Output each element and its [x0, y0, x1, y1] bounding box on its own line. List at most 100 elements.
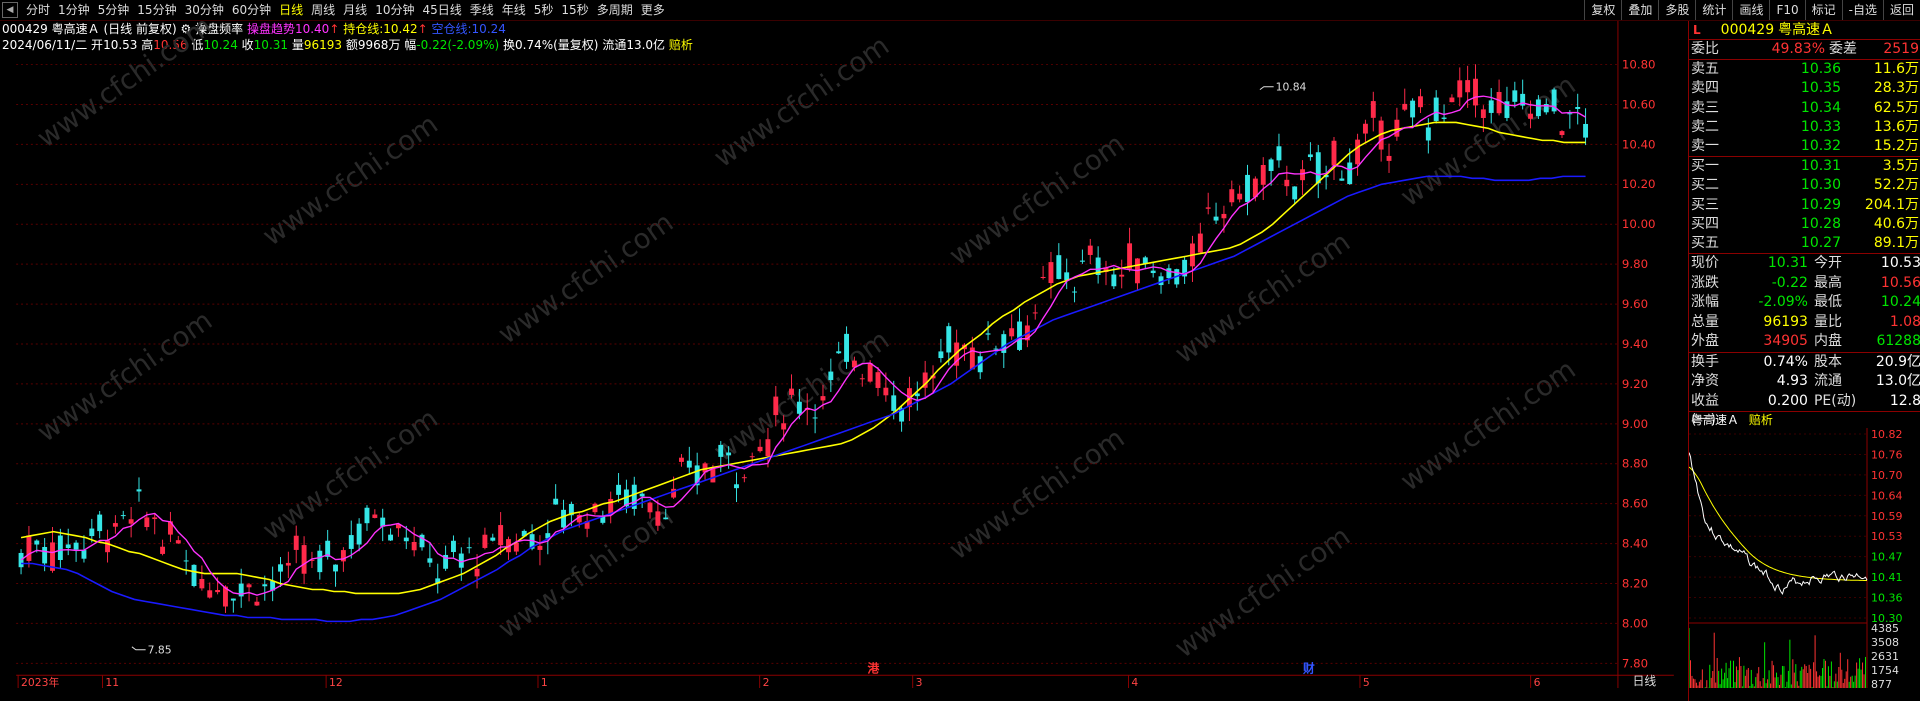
stat-value-2: 61288 — [1876, 333, 1920, 350]
period-tab-11[interactable]: 季线 — [466, 0, 498, 20]
period-tab-0[interactable]: 分时 — [22, 0, 54, 20]
candle-body — [812, 417, 818, 419]
toolbar-button-0[interactable]: 复权 — [1584, 0, 1621, 20]
asks-label: 卖四 — [1691, 80, 1719, 97]
bids-row[interactable]: 买四 10.28 40.6万 — [1689, 215, 1920, 234]
period-tab-3[interactable]: 15分钟 — [133, 0, 180, 20]
candle-body — [1009, 328, 1015, 337]
candle-body — [647, 502, 653, 513]
low-annotation: 7.85 — [148, 644, 172, 657]
toolbar-button-1[interactable]: 叠加 — [1621, 0, 1658, 20]
period-tab-2[interactable]: 5分钟 — [94, 0, 134, 20]
toolbar-button-7[interactable]: -自选 — [1841, 0, 1883, 20]
candle-body — [199, 578, 205, 589]
period-tab-4[interactable]: 30分钟 — [181, 0, 228, 20]
candle-body — [938, 351, 944, 359]
event-marker: 财 — [1302, 661, 1315, 675]
candle-body — [57, 535, 63, 560]
mini-volume-label: 1754 — [1871, 664, 1899, 677]
x-axis-label: 1 — [541, 676, 548, 688]
period-tab-10[interactable]: 45日线 — [418, 0, 465, 20]
stat-value: 34905 — [1763, 333, 1808, 350]
period-tab-12[interactable]: 年线 — [498, 0, 530, 20]
intraday-mini-chart[interactable]: 10.82 10.76 10.70 10.64 10.59 10.53 10.47 10.41… — [1688, 428, 1920, 691]
bids-label: 买一 — [1691, 158, 1719, 175]
watermark-text: www.cfchi.com — [944, 129, 1130, 272]
candle-body — [278, 564, 283, 572]
period-tab-13[interactable]: 5秒 — [530, 0, 558, 20]
mini-y-label: 10.64 — [1871, 489, 1903, 502]
candle-body — [285, 562, 291, 566]
candle-body — [1457, 80, 1463, 98]
candle-body — [1496, 91, 1502, 114]
toolbar-button-8[interactable]: 返回 — [1882, 0, 1920, 20]
candle-body — [73, 542, 79, 550]
stat-row: 收益(一) 0.200 PE(动) 12.8 — [1689, 392, 1920, 429]
candle-body — [513, 542, 519, 552]
candle-body — [686, 460, 692, 468]
bids-row[interactable]: 买二 10.30 52.2万 — [1689, 176, 1920, 195]
bids-price: 10.28 — [1800, 215, 1841, 232]
candle-body — [136, 489, 142, 492]
period-tab-16[interactable]: 更多 — [637, 0, 669, 20]
candlestick-chart[interactable]: www.cfchi.comwww.cfchi.comwww.cfchi.comw… — [0, 21, 1690, 688]
stat-key: 涨跌 — [1691, 274, 1719, 291]
asks-price: 10.34 — [1800, 99, 1841, 116]
period-tab-8[interactable]: 月线 — [339, 0, 371, 20]
period-tab-15[interactable]: 多周期 — [593, 0, 637, 20]
x-axis-label: 11 — [105, 676, 119, 688]
candle-body — [1017, 321, 1022, 350]
back-arrow-icon[interactable]: ◀ — [2, 2, 18, 18]
candle-body — [1292, 186, 1298, 200]
period-tab-7[interactable]: 周线 — [307, 0, 339, 20]
toolbar-button-6[interactable]: 标记 — [1804, 0, 1842, 20]
candle-body — [372, 514, 378, 518]
y-axis-label: 10.60 — [1622, 97, 1656, 111]
candle-body — [1205, 207, 1211, 209]
candle-body — [1237, 193, 1243, 200]
asks-volume: 11.6万 — [1873, 61, 1919, 78]
x-axis-label: 4 — [1131, 676, 1138, 688]
asks-row[interactable]: 卖一 10.32 15.2万 — [1689, 137, 1920, 156]
period-tab-9[interactable]: 10分钟 — [371, 0, 418, 20]
candle-body — [985, 333, 991, 335]
mini-volume-label: 3508 — [1871, 636, 1899, 649]
bids-row[interactable]: 买三 10.29 204.1万 — [1689, 196, 1920, 215]
candle-body — [1040, 276, 1046, 279]
candle-body — [1079, 260, 1085, 262]
candle-body — [1072, 291, 1077, 293]
candle-body — [718, 444, 724, 457]
asks-row[interactable]: 卖五 10.36 11.6万 — [1689, 60, 1920, 79]
candle-body — [120, 515, 126, 517]
watermark-text: www.cfchi.com — [944, 423, 1130, 566]
asks-row[interactable]: 卖三 10.34 62.5万 — [1689, 99, 1920, 118]
toolbar-button-3[interactable]: 统计 — [1695, 0, 1732, 20]
candle-body — [741, 477, 747, 479]
stat-value-2: 10.53 — [1880, 255, 1920, 272]
stat-value: 96193 — [1763, 313, 1808, 330]
stat-key: 现价 — [1691, 255, 1719, 272]
toolbar-button-5[interactable]: F10 — [1769, 0, 1804, 20]
quote-panel: L 000429 粤高速Ａ 委比 49.83% 委差 2519 卖五 10.36… — [1688, 21, 1920, 701]
bids-label: 买四 — [1691, 215, 1719, 232]
period-tab-5[interactable]: 60分钟 — [228, 0, 275, 20]
candle-body — [112, 523, 118, 527]
mini-chart-tag[interactable]: 赔析 — [1743, 413, 1773, 427]
bids-row[interactable]: 买五 10.27 89.1万 — [1689, 234, 1920, 253]
candle-body — [749, 456, 755, 458]
asks-row[interactable]: 卖二 10.33 13.6万 — [1689, 118, 1920, 137]
x-axis-label: 2023年 — [21, 676, 59, 688]
asks-row[interactable]: 卖四 10.35 28.3万 — [1689, 79, 1920, 98]
period-tab-6[interactable]: 日线 — [275, 0, 307, 20]
y-axis-label: 8.40 — [1622, 537, 1648, 551]
stat-key-2: 今开 — [1813, 255, 1842, 272]
toolbar-button-4[interactable]: 画线 — [1732, 0, 1769, 20]
period-tab-14[interactable]: 15秒 — [557, 0, 592, 20]
period-tab-1[interactable]: 1分钟 — [54, 0, 94, 20]
y-axis-label: 10.80 — [1622, 57, 1656, 71]
toolbar-button-2[interactable]: 多股 — [1658, 0, 1695, 20]
bids-row[interactable]: 买一 10.31 3.5万 — [1689, 157, 1920, 176]
stat-value-2: 12.8 — [1889, 392, 1920, 409]
mini-y-label: 10.82 — [1871, 428, 1903, 441]
candle-body — [482, 534, 488, 548]
